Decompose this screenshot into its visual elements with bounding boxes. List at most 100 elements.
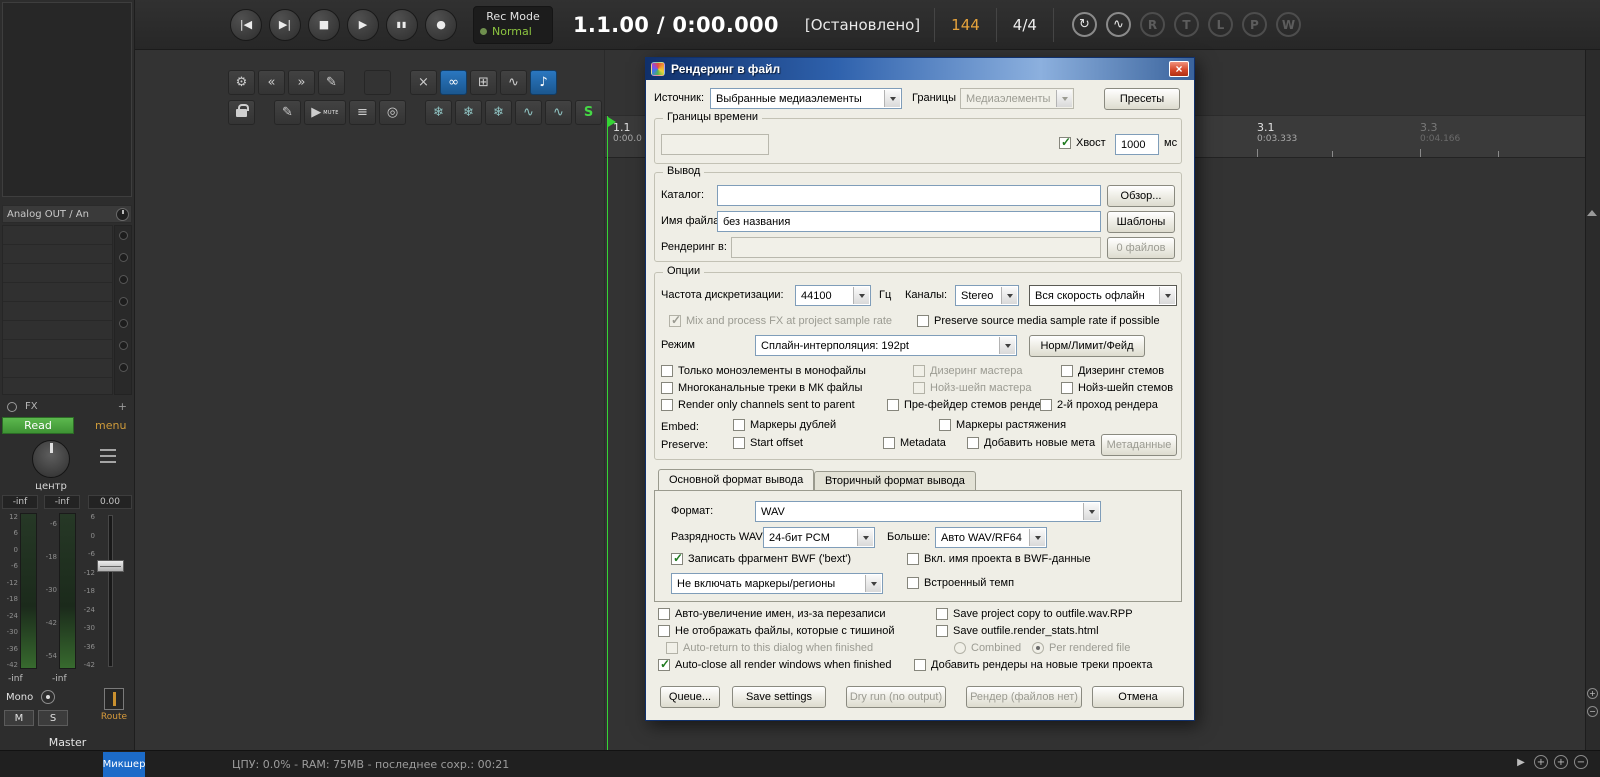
normalize-button[interactable]: Норм/Лимит/Фейд xyxy=(1029,335,1145,357)
tool-placeholder[interactable] xyxy=(364,70,391,95)
mono-button[interactable]: Mono xyxy=(6,690,55,704)
embed-tempo-checkbox[interactable]: Встроенный темп xyxy=(907,577,1014,589)
add-icon[interactable]: + xyxy=(1534,755,1548,769)
auto-increment-checkbox[interactable]: Авто-увеличение имен, из-за перезаписи xyxy=(658,608,885,620)
directory-input[interactable] xyxy=(717,185,1101,206)
resample-mode-combo[interactable]: Сплайн-интерполяция: 192pt xyxy=(755,335,1017,356)
save-stats-checkbox[interactable]: Save outfile.render_stats.html xyxy=(936,625,1099,637)
bitdepth-combo[interactable]: 24-бит PCM xyxy=(763,527,875,548)
zoom-in-icon[interactable]: + xyxy=(1587,688,1598,699)
automation2-icon[interactable]: ∿ xyxy=(545,100,572,125)
source-combo[interactable]: Выбранные медиаэлементы xyxy=(710,88,902,109)
repeat-icon[interactable]: ↻ xyxy=(1072,12,1097,37)
pause-button[interactable]: ▮▮ xyxy=(386,9,418,41)
link-icon[interactable]: ∞ xyxy=(440,70,467,95)
toggle-l-button[interactable]: L xyxy=(1208,12,1233,37)
gear-icon[interactable]: ⚙ xyxy=(228,70,255,95)
freeze-icon[interactable]: ❄ xyxy=(425,100,452,125)
master-dither-checkbox[interactable]: Дизеринг мастера xyxy=(913,365,1023,377)
toggle-r-button[interactable]: R xyxy=(1140,12,1165,37)
solo-button[interactable]: S xyxy=(38,710,68,726)
punch-icon[interactable]: ∿ xyxy=(1106,12,1131,37)
send-knob[interactable] xyxy=(119,253,128,262)
save-copy-checkbox[interactable]: Save project copy to outfile.wav.RPP xyxy=(936,608,1133,620)
zoom-out-icon[interactable]: − xyxy=(1587,706,1598,717)
hzoom-in-icon[interactable]: + xyxy=(1554,755,1568,769)
scroll-up-icon[interactable] xyxy=(1587,210,1597,216)
presets-button[interactable]: Пресеты xyxy=(1104,88,1180,110)
bwf-checkbox[interactable]: Записать фрагмент BWF ('bext') xyxy=(671,553,851,565)
render-button[interactable]: Рендер (файлов нет) xyxy=(966,686,1082,708)
parent-channels-checkbox[interactable]: Render only channels sent to parent xyxy=(661,399,855,411)
render-speed-combo[interactable]: Вся скорость офлайн xyxy=(1029,285,1177,306)
route-button[interactable]: Route xyxy=(97,688,131,734)
channels-combo[interactable]: Stereo xyxy=(955,285,1019,306)
envelope-tool-icon[interactable]: ∿ xyxy=(500,70,527,95)
send-knob[interactable] xyxy=(119,319,128,328)
templates-button[interactable]: Шаблоны xyxy=(1107,211,1175,233)
peak-left-value[interactable]: -inf xyxy=(2,495,38,509)
dialog-titlebar[interactable]: Рендеринг в файл × xyxy=(646,58,1194,80)
tail-ms-input[interactable]: 1000 xyxy=(1115,134,1159,155)
stems-noise-checkbox[interactable]: Нойз-шейп стемов xyxy=(1061,382,1173,394)
save-settings-button[interactable]: Save settings xyxy=(732,686,826,708)
per-file-radio[interactable]: Per rendered file xyxy=(1032,642,1130,654)
add-to-project-checkbox[interactable]: Добавить рендеры на новые треки проекта xyxy=(914,659,1153,671)
solo-tool-icon[interactable]: S xyxy=(575,100,602,125)
send-knob[interactable] xyxy=(119,341,128,350)
volume-db-value[interactable]: 0.00 xyxy=(88,495,132,509)
stretch-markers-checkbox[interactable]: Маркеры растяжения xyxy=(939,419,1066,431)
close-icon[interactable]: × xyxy=(1169,61,1189,77)
output-knob[interactable] xyxy=(116,208,129,221)
time-bounds-input[interactable] xyxy=(661,134,769,155)
wav-size-combo[interactable]: Авто WAV/RF64 xyxy=(935,527,1047,548)
mono-items-checkbox[interactable]: Только моноэлементы в монофайлы xyxy=(661,365,866,377)
rec-mode-box[interactable]: Rec Mode Normal xyxy=(473,6,553,44)
automation-icon[interactable]: ∿ xyxy=(515,100,542,125)
auto-close-checkbox[interactable]: Auto-close all render windows when finis… xyxy=(658,659,891,671)
pencil-icon[interactable]: ✎ xyxy=(274,100,301,125)
freeze2-icon[interactable]: ❄ xyxy=(455,100,482,125)
preserve-rate-checkbox[interactable]: Preserve source media sample rate if pos… xyxy=(917,315,1160,327)
dry-run-button[interactable]: Dry run (no output) xyxy=(846,686,946,708)
filename-input[interactable]: без названия xyxy=(717,211,1101,232)
hzoom-out-icon[interactable]: − xyxy=(1574,755,1588,769)
prefader-stems-checkbox[interactable]: Пре-фейдер стемов рендер xyxy=(887,399,1047,411)
go-to-end-button[interactable]: ▶| xyxy=(269,9,301,41)
vertical-scrollbar[interactable] xyxy=(1585,50,1600,750)
send-list[interactable] xyxy=(2,225,113,395)
fx-label[interactable]: FX xyxy=(25,401,38,412)
tab-secondary-format[interactable]: Вторичный формат вывода xyxy=(814,471,976,490)
files-count-button[interactable]: 0 файлов xyxy=(1107,237,1175,259)
take-markers-checkbox[interactable]: Маркеры дублей xyxy=(733,419,836,431)
nav-next-icon[interactable]: » xyxy=(288,70,315,95)
tab-primary-format[interactable]: Основной формат вывода xyxy=(658,469,814,490)
second-pass-checkbox[interactable]: 2-й проход рендера xyxy=(1040,399,1158,411)
play-button[interactable]: ▶ xyxy=(347,9,379,41)
time-signature[interactable]: 4/4 xyxy=(996,8,1054,42)
mixer-menu-button[interactable]: menu xyxy=(95,419,126,432)
send-knob[interactable] xyxy=(119,275,128,284)
bpm-display[interactable]: 144 xyxy=(934,8,996,42)
tail-checkbox[interactable]: Хвост xyxy=(1059,137,1106,149)
track-name-box[interactable] xyxy=(2,2,132,197)
toggle-w-button[interactable]: W xyxy=(1276,12,1301,37)
send-knob[interactable] xyxy=(119,297,128,306)
multichannel-checkbox[interactable]: Многоканальные треки в МК файлы xyxy=(661,382,862,394)
mute-button[interactable]: M xyxy=(4,710,34,726)
samplerate-combo[interactable]: 44100 xyxy=(795,285,871,306)
cancel-button[interactable]: Отмена xyxy=(1092,686,1184,708)
bounds-combo[interactable]: Медиаэлементы xyxy=(960,88,1074,109)
scroll-right-icon[interactable]: ▶ xyxy=(1514,755,1528,769)
toggle-t-button[interactable]: T xyxy=(1174,12,1199,37)
queue-button[interactable]: Queue... xyxy=(660,686,720,708)
list-icon[interactable]: ≡ xyxy=(349,100,376,125)
go-to-start-button[interactable]: |◀ xyxy=(230,9,262,41)
midi-note-icon[interactable]: ♪ xyxy=(530,70,557,95)
send-knob[interactable] xyxy=(119,231,128,240)
send-knob[interactable] xyxy=(119,363,128,372)
time-display[interactable]: 1.1.00 / 0:00.000 xyxy=(573,13,779,37)
toggle-p-button[interactable]: P xyxy=(1242,12,1267,37)
format-combo[interactable]: WAV xyxy=(755,501,1101,522)
browse-button[interactable]: Обзор... xyxy=(1107,185,1175,207)
